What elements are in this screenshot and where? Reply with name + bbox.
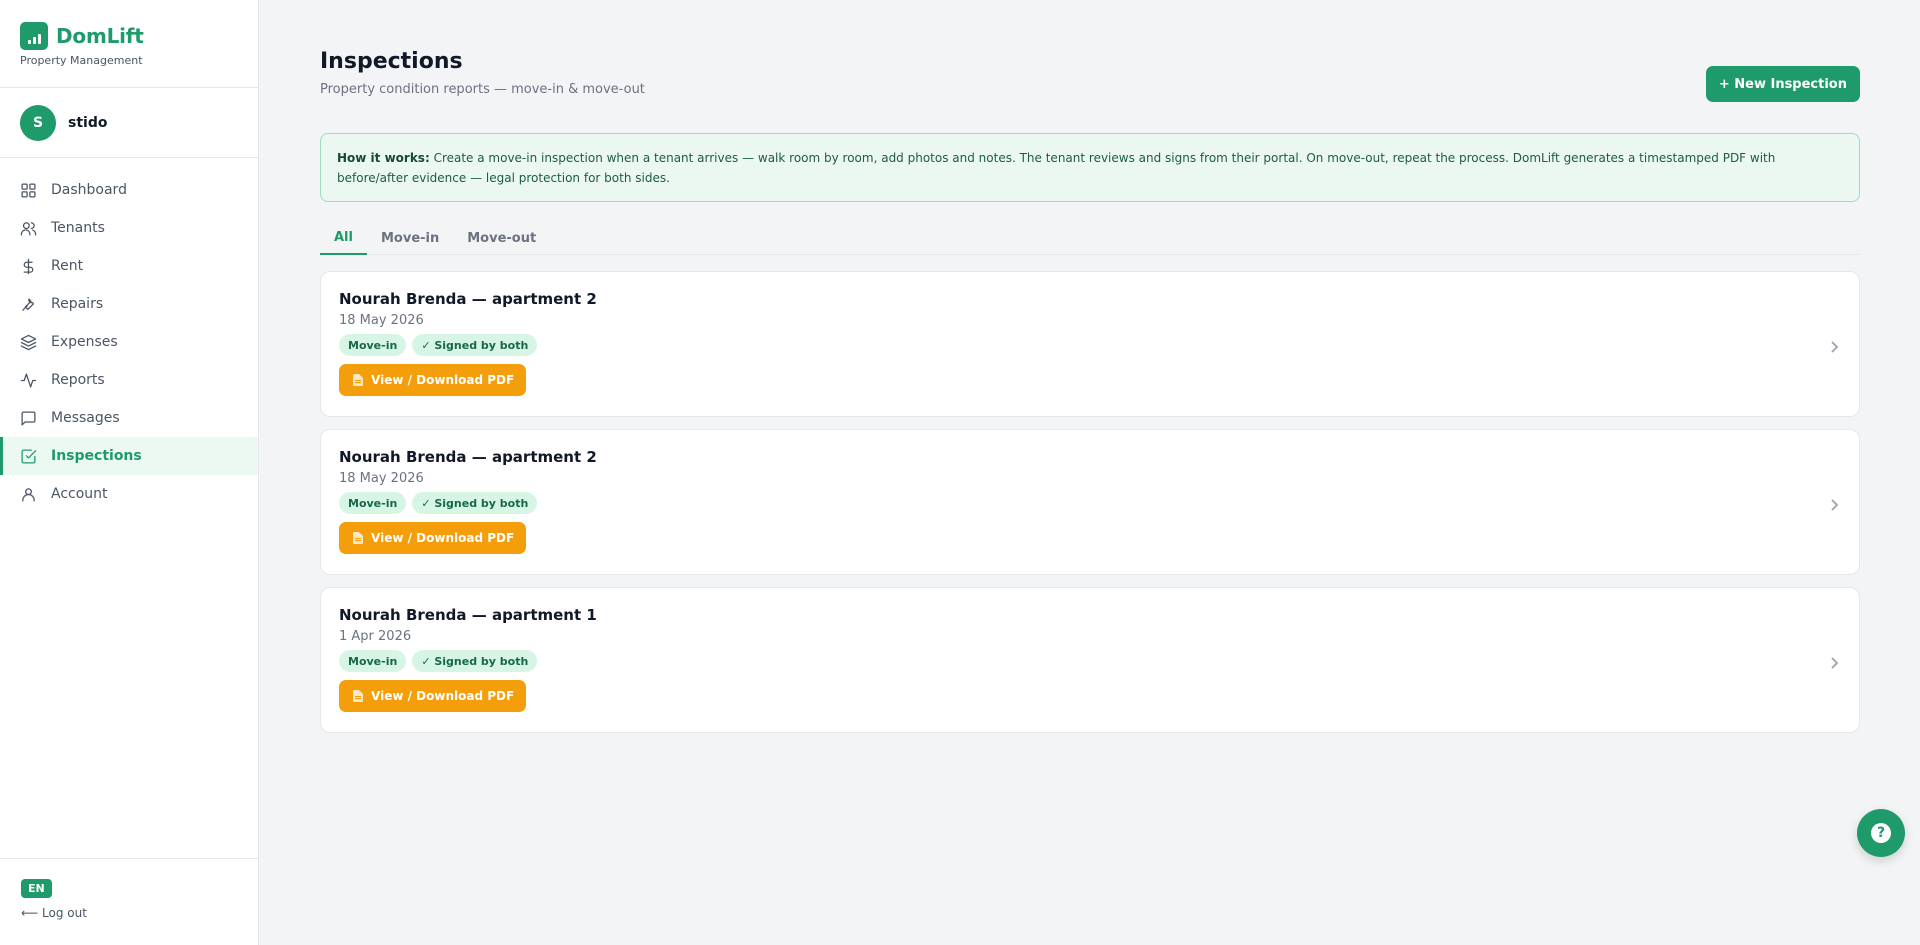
sidebar: DomLift Property Management S stido Dash… <box>0 0 259 945</box>
filter-tabs: All Move-in Move-out <box>320 222 1860 255</box>
brand: DomLift Property Management <box>0 0 258 88</box>
message-icon <box>21 410 36 426</box>
document-icon <box>353 374 363 386</box>
type-badge: Move-in <box>339 334 407 356</box>
inspection-date: 18 May 2026 <box>339 313 424 328</box>
badges: Move-in ✓ Signed by both <box>339 650 1841 672</box>
tab-move-in[interactable]: Move-in <box>367 222 453 255</box>
inspection-date: 1 Apr 2026 <box>339 629 412 644</box>
document-icon <box>353 532 363 544</box>
logout-link[interactable]: ⟵ Log out <box>21 906 258 920</box>
nav-item-messages[interactable]: Messages <box>0 399 258 437</box>
user-icon <box>22 487 35 502</box>
document-icon <box>353 690 363 702</box>
inspection-title: Nourah Brenda — apartment 2 <box>339 448 597 466</box>
inspection-card[interactable]: Nourah Brenda — apartment 2 18 May 2026 … <box>320 271 1860 417</box>
download-pdf-button[interactable]: View / Download PDF <box>339 680 527 712</box>
inspection-title: Nourah Brenda — apartment 1 <box>339 606 597 624</box>
help-icon: ? <box>1871 823 1891 843</box>
page-subtitle: Property condition reports — move-in & m… <box>320 82 645 97</box>
nav-item-rent[interactable]: Rent <box>0 247 258 285</box>
nav-item-tenants[interactable]: Tenants <box>0 209 258 247</box>
avatar: S <box>20 104 56 141</box>
layers-icon <box>20 334 37 350</box>
type-badge: Move-in <box>339 492 407 514</box>
inspection-title: Nourah Brenda — apartment 2 <box>339 290 597 308</box>
activity-icon <box>20 372 37 388</box>
inspection-list: Nourah Brenda — apartment 2 18 May 2026 … <box>320 271 1860 745</box>
nav-item-account[interactable]: Account <box>0 475 258 513</box>
inspection-card[interactable]: Nourah Brenda — apartment 2 18 May 2026 … <box>320 429 1860 575</box>
nav-label: Repairs <box>51 296 104 312</box>
brand-subtitle: Property Management <box>20 54 143 67</box>
status-badge: ✓ Signed by both <box>412 334 538 356</box>
info-lead: How it works: <box>337 151 430 165</box>
wrench-icon <box>22 297 35 311</box>
nav-item-inspections[interactable]: Inspections <box>0 437 258 475</box>
download-pdf-button[interactable]: View / Download PDF <box>339 364 527 396</box>
status-badge: ✓ Signed by both <box>412 650 538 672</box>
tab-move-out[interactable]: Move-out <box>453 222 550 255</box>
nav-item-repairs[interactable]: Repairs <box>0 285 258 323</box>
help-button[interactable]: ? <box>1857 809 1905 857</box>
users-icon <box>20 221 37 236</box>
brand-row[interactable]: DomLift <box>20 22 238 50</box>
user-name: stido <box>68 114 108 131</box>
badges: Move-in ✓ Signed by both <box>339 492 1841 514</box>
nav-label: Tenants <box>51 220 105 236</box>
status-badge: ✓ Signed by both <box>412 492 538 514</box>
new-inspection-button[interactable]: + New Inspection <box>1705 66 1860 102</box>
grid-icon <box>21 182 36 198</box>
sidebar-footer: EN ⟵ Log out <box>0 858 258 945</box>
nav-label: Inspections <box>51 448 142 464</box>
user-profile: S stido <box>0 88 258 158</box>
info-text: Create a move-in inspection when a tenan… <box>337 151 1776 185</box>
nav-label: Expenses <box>51 334 118 350</box>
download-pdf-label: View / Download PDF <box>371 531 515 545</box>
main-nav: Dashboard Tenants Rent Repairs Expenses … <box>0 171 258 513</box>
logo-icon <box>20 22 48 50</box>
page-title: Inspections <box>320 49 463 74</box>
nav-item-expenses[interactable]: Expenses <box>0 323 258 361</box>
language-switch[interactable]: EN <box>21 879 52 898</box>
download-pdf-label: View / Download PDF <box>371 689 515 703</box>
nav-label: Reports <box>51 372 105 388</box>
nav-item-dashboard[interactable]: Dashboard <box>0 171 258 209</box>
nav-label: Account <box>51 486 108 502</box>
nav-label: Rent <box>51 258 84 274</box>
check-square-icon <box>21 448 37 464</box>
dollar-icon <box>23 258 34 274</box>
info-banner: How it works: Create a move-in inspectio… <box>320 133 1860 202</box>
chevron-right-icon <box>1829 496 1839 511</box>
nav-label: Dashboard <box>51 182 127 198</box>
download-pdf-button[interactable]: View / Download PDF <box>339 522 527 554</box>
download-pdf-label: View / Download PDF <box>371 373 515 387</box>
nav-label: Messages <box>51 410 120 426</box>
badges: Move-in ✓ Signed by both <box>339 334 1841 356</box>
type-badge: Move-in <box>339 650 407 672</box>
nav-item-reports[interactable]: Reports <box>0 361 258 399</box>
chevron-right-icon <box>1829 654 1839 669</box>
brand-name: DomLift <box>56 24 144 48</box>
tab-all[interactable]: All <box>320 222 367 255</box>
inspection-date: 18 May 2026 <box>339 471 424 486</box>
inspection-card[interactable]: Nourah Brenda — apartment 1 1 Apr 2026 M… <box>320 587 1860 733</box>
chevron-right-icon <box>1829 338 1839 353</box>
